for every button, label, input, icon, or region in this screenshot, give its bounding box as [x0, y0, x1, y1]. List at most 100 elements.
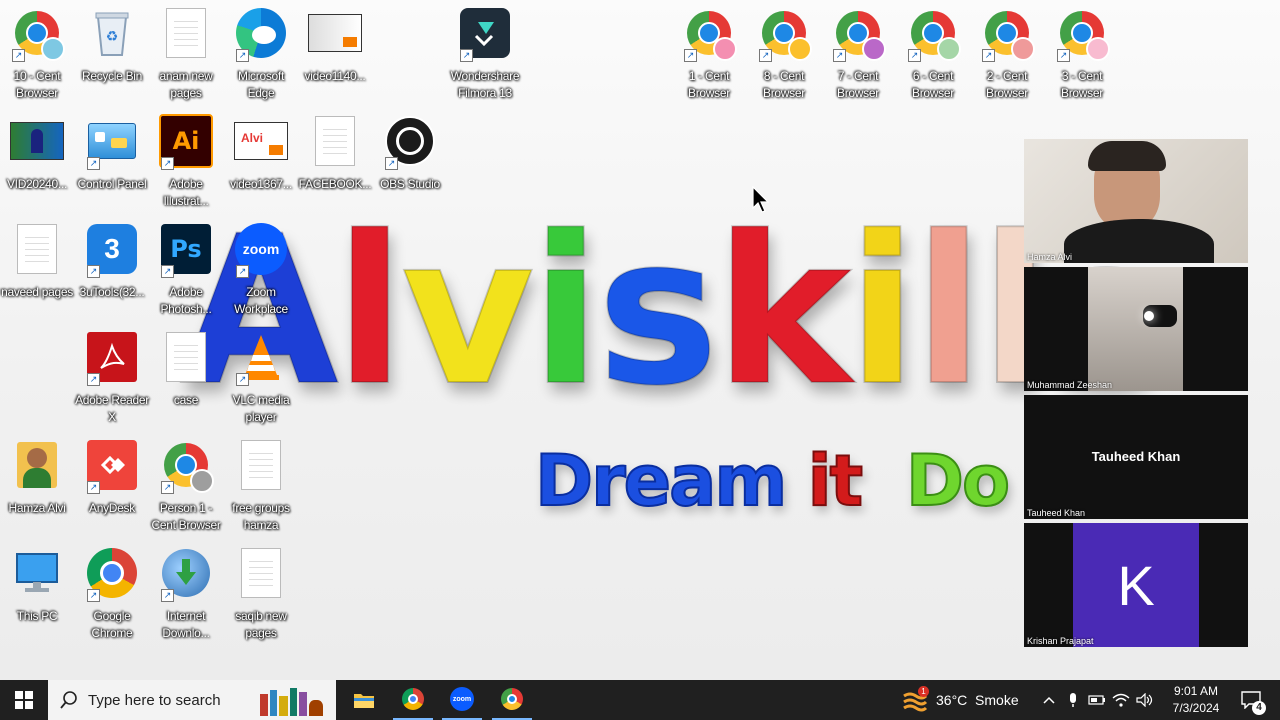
desktop-icon-cent-browser-6[interactable]: ↗ 6 - Cent Browser	[896, 6, 970, 102]
taskbar-clock[interactable]: 9:01 AM 7/3/2024	[1160, 680, 1232, 720]
desktop-icon-hamza-alvi[interactable]: Hamza Alvi	[0, 438, 74, 517]
icon-label: 7 - Cent Browser	[837, 69, 879, 100]
icon-label: anam new pages	[159, 69, 213, 100]
taskbar-weather[interactable]: 1 36°C Smoke	[900, 680, 1028, 720]
icon-label: Control Panel	[77, 177, 147, 191]
cent-browser-icon: ↗	[159, 438, 214, 494]
desktop-icon-anydesk[interactable]: ↗ AnyDesk	[75, 438, 149, 517]
desktop-icon-free-groups-hamza[interactable]: free groups hamza	[224, 438, 298, 534]
participant-name: Krishan Prajapat	[1027, 636, 1094, 646]
participant-name: Tauheed Khan	[1027, 508, 1086, 518]
tray-volume[interactable]	[1134, 680, 1156, 720]
desktop-icon-facebook-doc[interactable]: FACEBOOK...	[298, 114, 372, 193]
start-button[interactable]	[0, 680, 48, 720]
3utools-icon: 3 ↗	[85, 222, 139, 278]
show-hidden-icons-button[interactable]	[1038, 680, 1060, 720]
video-thumbnail-icon: Alvi	[234, 114, 288, 168]
wallpaper-tagline: Dream it Do it	[534, 439, 1087, 523]
icon-label: naveed pages	[1, 285, 73, 299]
desktop-icon-video1367[interactable]: Alvi video1367...	[224, 114, 298, 193]
desktop-icon-cent-browser-3[interactable]: ↗ 3 - Cent Browser	[1045, 6, 1119, 102]
tray-wifi[interactable]	[1110, 680, 1132, 720]
desktop-icon-person1-cent-browser[interactable]: ↗ Person 1 - Cent Browser	[149, 438, 223, 534]
icon-label: 3uTools(32...	[79, 285, 145, 299]
search-highlight-illustration	[260, 684, 334, 716]
desktop-icon-anam-new-pages[interactable]: anam new pages	[149, 6, 223, 102]
document-icon	[308, 114, 362, 168]
desktop-icon-cent-browser-1[interactable]: ↗ 1 - Cent Browser	[672, 6, 746, 102]
microphone-icon	[1070, 693, 1076, 707]
desktop-icon-naveed-pages[interactable]: naveed pages	[0, 222, 74, 301]
desktop-icon-filmora[interactable]: ↗ Wondershare Filmora 13	[448, 6, 522, 102]
icon-label: Adobe Illustrat...	[163, 177, 209, 208]
video-thumbnail-icon	[10, 114, 64, 168]
vlc-icon: ↗	[234, 330, 288, 386]
participant-tile-hamza[interactable]: Hamza Alvi	[1024, 139, 1248, 263]
anydesk-icon: ↗	[85, 438, 139, 494]
clock-time: 9:01 AM	[1173, 684, 1219, 698]
desktop-icon-adobe-reader[interactable]: ↗ Adobe Reader X	[75, 330, 149, 426]
taskbar-chrome[interactable]	[393, 680, 433, 720]
tray-microphone[interactable]	[1062, 680, 1084, 720]
participant-center-name: Tauheed Khan	[1091, 449, 1181, 464]
search-placeholder: Type here to search	[88, 691, 221, 709]
participant-tile-zeeshan[interactable]: Muhammad Zeeshan	[1024, 267, 1248, 391]
desktop-icon-cent-browser-7[interactable]: ↗ 7 - Cent Browser	[821, 6, 895, 102]
desktop-icon-recycle-bin[interactable]: ♻ Recycle Bin	[75, 6, 149, 85]
desktop-icon-zoom-workplace[interactable]: zoom ↗ Zoom Workplace	[224, 222, 298, 318]
desktop-icon-cent-browser-2[interactable]: ↗ 2 - Cent Browser	[970, 6, 1044, 102]
icon-label: 1 - Cent Browser	[688, 69, 730, 100]
chevron-up-icon	[1043, 696, 1055, 704]
desktop-icon-case[interactable]: case	[149, 330, 223, 409]
icon-label: VLC media player	[232, 393, 290, 424]
taskbar-file-explorer[interactable]	[344, 680, 384, 720]
weather-text: 36°C Smoke	[936, 692, 1019, 708]
icon-label: video1367...	[230, 177, 292, 191]
desktop-icon-adobe-photoshop[interactable]: Ps ↗ Adobe Photosh...	[149, 222, 223, 318]
notification-center-button[interactable]: 4	[1234, 680, 1268, 720]
desktop-icon-vlc[interactable]: ↗ VLC media player	[224, 330, 298, 426]
icon-label: 8 - Cent Browser	[763, 69, 805, 100]
desktop-icon-cent-browser-10[interactable]: ↗ 10 - Cent Browser	[0, 6, 74, 102]
cent-browser-icon: ↗	[10, 6, 65, 62]
desktop-icon-video1140[interactable]: video1140...	[298, 6, 372, 85]
desktop-icon-saqib-new-pages[interactable]: saqib new pages	[224, 546, 298, 642]
taskbar-cent-browser[interactable]	[492, 680, 532, 720]
icon-label: Internet Downlo...	[162, 609, 210, 640]
desktop-icon-microsoft-edge[interactable]: ↗ Microsoft Edge	[224, 6, 298, 102]
chrome-icon	[402, 688, 424, 710]
icon-label: Person 1 - Cent Browser	[151, 501, 221, 532]
windows-logo-icon	[15, 691, 33, 709]
user-folder-icon	[10, 438, 64, 492]
desktop-icon-obs-studio[interactable]: ↗ OBS Studio	[373, 114, 447, 193]
illustrator-icon: Ai ↗	[159, 114, 213, 170]
tray-battery[interactable]	[1086, 680, 1108, 720]
icon-label: Zoom Workplace	[234, 285, 288, 316]
mouse-cursor-icon	[752, 186, 770, 213]
cent-browser-icon: ↗	[757, 6, 812, 62]
desktop-icon-google-chrome[interactable]: ↗ Google Chrome	[75, 546, 149, 642]
desktop-icon-adobe-illustrator[interactable]: Ai ↗ Adobe Illustrat...	[149, 114, 223, 210]
control-panel-icon: ↗	[85, 114, 139, 170]
document-icon	[234, 546, 288, 600]
desktop-icon-internet-download-manager[interactable]: ↗ Internet Downlo...	[149, 546, 223, 642]
participant-tile-tauheed[interactable]: Tauheed Khan Tauheed Khan	[1024, 395, 1248, 519]
cent-browser-icon	[501, 688, 523, 710]
icon-label: Recycle Bin	[81, 69, 143, 83]
taskbar-search-box[interactable]: Type here to search	[48, 680, 336, 720]
document-icon	[159, 330, 213, 384]
participant-avatar: K	[1073, 523, 1199, 647]
icon-label: Wondershare Filmora 13	[450, 69, 520, 100]
desktop-icon-3utools[interactable]: 3 ↗ 3uTools(32...	[75, 222, 149, 301]
desktop-icon-control-panel[interactable]: ↗ Control Panel	[75, 114, 149, 193]
icon-label: 3 - Cent Browser	[1061, 69, 1103, 100]
icon-label: FACEBOOK...	[298, 177, 372, 191]
taskbar-zoom[interactable]: zoom	[442, 680, 482, 720]
desktop-icon-vid20240[interactable]: VID20240...	[0, 114, 74, 193]
icon-label: VID20240...	[6, 177, 68, 191]
participant-tile-krishan[interactable]: K Krishan Prajapat	[1024, 523, 1248, 647]
icon-label: Google Chrome	[91, 609, 133, 640]
desktop-icon-cent-browser-8[interactable]: ↗ 8 - Cent Browser	[747, 6, 821, 102]
desktop-icon-this-pc[interactable]: This PC	[0, 546, 74, 625]
computer-icon	[10, 546, 64, 600]
